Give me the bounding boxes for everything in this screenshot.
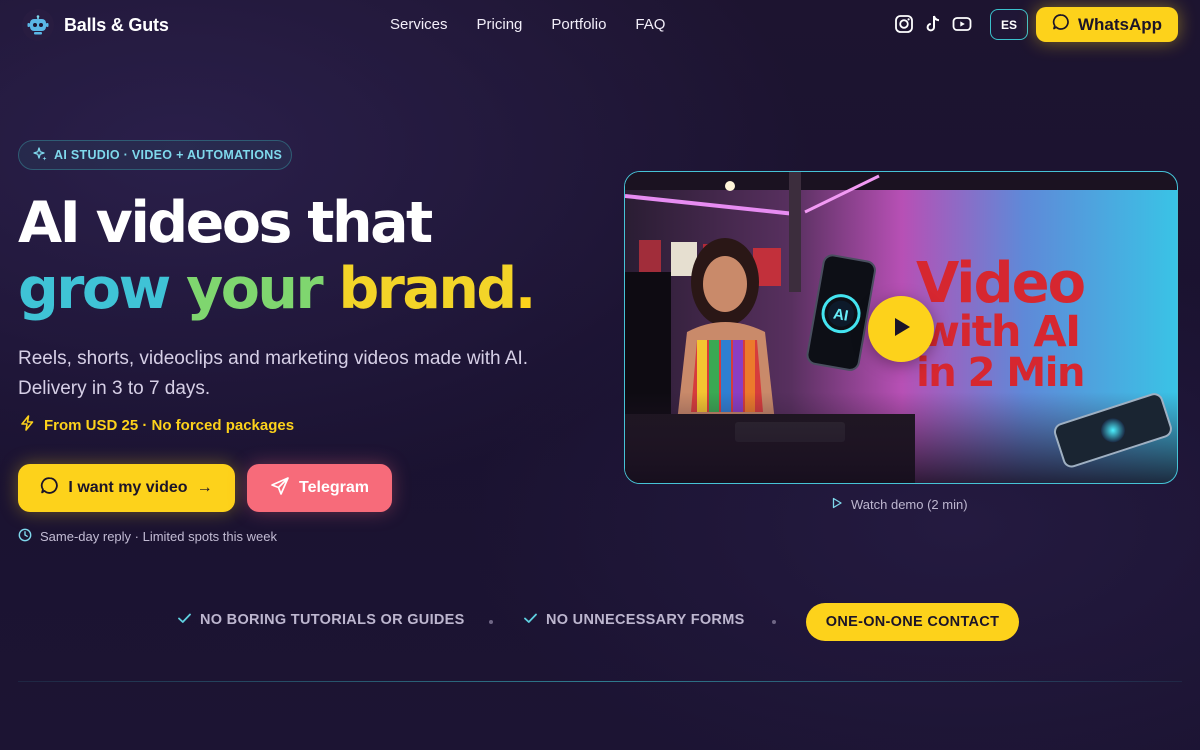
separator-dot	[489, 620, 493, 624]
language-toggle[interactable]: ES	[990, 9, 1028, 40]
price-note: From USD 25 · No forced packages	[20, 415, 294, 435]
want-video-label: I want my video	[68, 479, 188, 496]
brand-name: Balls & Guts	[64, 14, 169, 35]
telegram-button[interactable]: Telegram	[247, 464, 392, 512]
sparkle-icon	[33, 146, 47, 164]
whatsapp-button[interactable]: WhatsApp	[1036, 7, 1178, 42]
youtube-icon[interactable]	[952, 14, 972, 34]
headline-dot: .	[514, 256, 537, 322]
instagram-icon[interactable]	[894, 14, 914, 34]
separator-dot	[772, 620, 776, 624]
hero-headline: AI videos that grow your brand.	[18, 190, 537, 322]
play-button[interactable]	[868, 296, 934, 362]
nav-link-services[interactable]: Services	[390, 16, 448, 33]
want-video-button[interactable]: I want my video →	[18, 464, 235, 512]
subtitle-line-2: Delivery in 3 to 7 days.	[18, 378, 211, 399]
telegram-label: Telegram	[299, 479, 369, 496]
studio-badge: AI STUDIO · VIDEO + AUTOMATIONS	[18, 140, 292, 170]
badge-text: AI STUDIO · VIDEO + AUTOMATIONS	[54, 148, 283, 162]
watch-demo-link[interactable]: Watch demo (2 min)	[831, 497, 968, 512]
demo-video-player[interactable]: AI Video with AI in 2 Min	[624, 171, 1178, 484]
nav-links: Services Pricing Portfolio FAQ	[390, 16, 665, 33]
clock-icon	[18, 528, 32, 545]
social-links	[894, 14, 972, 34]
feature-strip: NO BORING TUTORIALS OR GUIDES NO UNNECES…	[0, 603, 1200, 641]
nav-link-portfolio[interactable]: Portfolio	[551, 16, 606, 33]
feature-no-tutorials-text: NO BORING TUTORIALS OR GUIDES	[200, 612, 465, 628]
price-text: From USD 25 · No forced packages	[44, 416, 295, 434]
subtitle-line-1: Reels, shorts, videoclips and marketing …	[18, 348, 529, 369]
nav-link-pricing[interactable]: Pricing	[477, 16, 523, 33]
check-icon	[524, 612, 537, 628]
send-icon	[270, 476, 290, 501]
headline-line-2: grow your brand.	[18, 256, 537, 322]
brand[interactable]: Balls & Guts	[22, 9, 169, 41]
headline-word-brand: brand	[338, 256, 517, 322]
play-outline-icon	[831, 497, 843, 512]
headline-word-grow: grow	[18, 256, 171, 322]
whatsapp-label: WhatsApp	[1077, 14, 1163, 34]
feature-no-forms: NO UNNECESSARY FORMS	[524, 612, 745, 628]
check-icon	[178, 612, 191, 628]
reply-text: Same-day reply · Limited spots this week	[40, 529, 277, 544]
watch-demo-label: Watch demo (2 min)	[851, 497, 968, 512]
arrow-right-icon: →	[196, 479, 213, 496]
robot-icon	[22, 9, 54, 41]
hero-subtitle: Reels, shorts, videoclips and marketing …	[18, 344, 528, 404]
top-navigation: Balls & Guts Services Pricing Portfolio …	[0, 0, 1200, 50]
headline-line-1: AI videos that	[18, 190, 433, 256]
video-title-line-3: in 2 Min	[916, 350, 1084, 396]
section-divider	[18, 681, 1182, 682]
nav-link-faq[interactable]: FAQ	[635, 16, 665, 33]
tiktok-icon[interactable]	[923, 14, 943, 34]
reply-note: Same-day reply · Limited spots this week	[18, 528, 277, 545]
chat-bubble-icon	[1052, 13, 1070, 36]
chat-bubble-icon	[40, 476, 59, 500]
play-icon	[889, 315, 913, 344]
lightning-icon	[20, 415, 35, 435]
feature-no-forms-text: NO UNNECESSARY FORMS	[546, 612, 745, 628]
headline-word-your: your	[186, 256, 324, 322]
feature-no-tutorials: NO BORING TUTORIALS OR GUIDES	[178, 612, 465, 628]
phone-ai-label: AI	[832, 305, 850, 324]
feature-one-on-one-contact: ONE-ON-ONE CONTACT	[806, 603, 1019, 641]
